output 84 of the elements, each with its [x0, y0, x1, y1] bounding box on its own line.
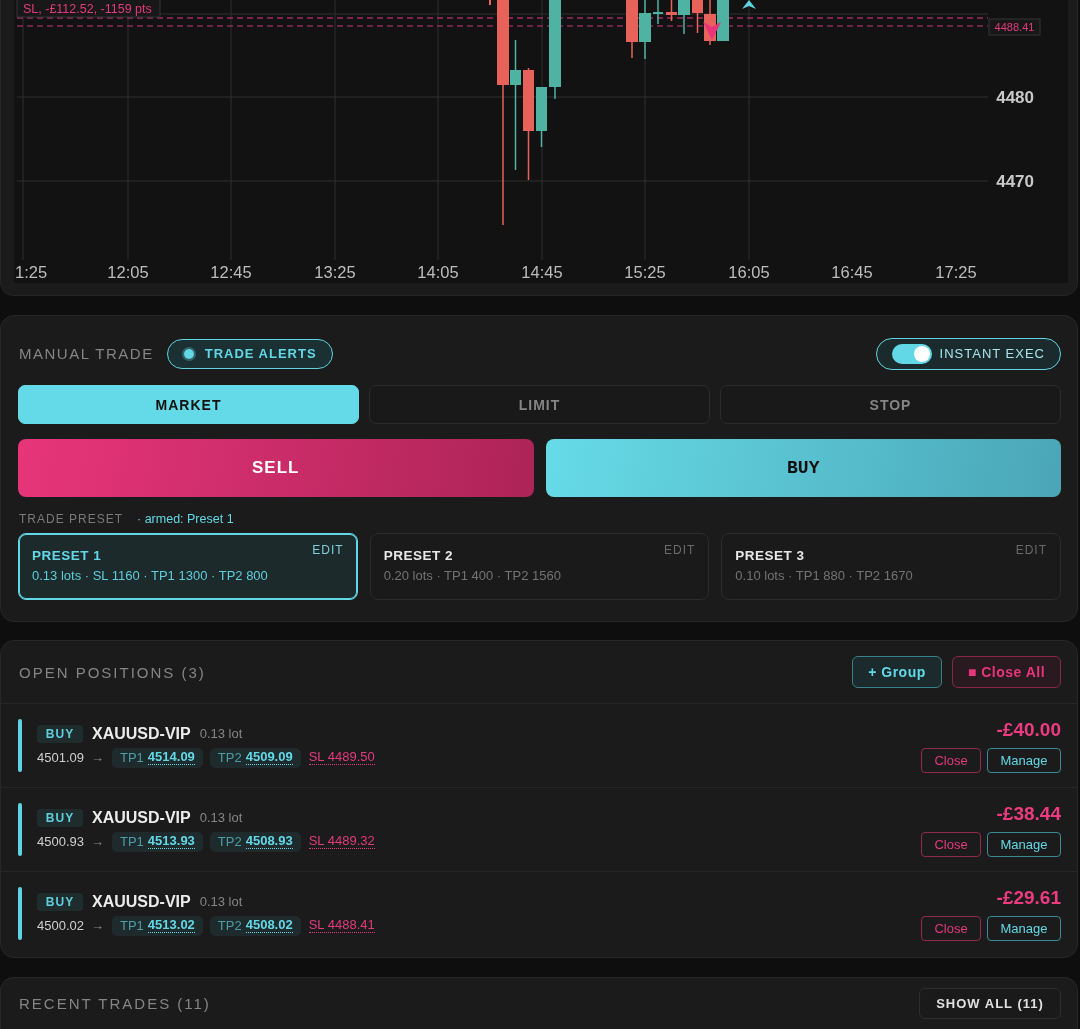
- sell-button[interactable]: SELL: [18, 439, 534, 497]
- candlestick: [626, 0, 638, 58]
- buy-button[interactable]: BUY: [545, 439, 1061, 497]
- take-profit-button[interactable]: TP1 4513.93: [112, 831, 203, 852]
- side-badge: BUY: [37, 724, 83, 743]
- stop-loss-link[interactable]: SL 4488.41: [308, 918, 375, 933]
- preset-title: PRESET 1: [32, 548, 102, 564]
- candlestick: [692, 0, 703, 33]
- side-badge: BUY: [37, 808, 83, 827]
- edit-button[interactable]: EDIT: [312, 543, 344, 557]
- take-profit-button[interactable]: TP2 4508.02: [209, 915, 301, 936]
- time-axis-label: 16:05: [728, 263, 770, 281]
- candlestick: [489, 0, 491, 5]
- accent-bar: [18, 887, 22, 940]
- lot-size: 0.13 lot: [199, 894, 243, 909]
- entry-price: 4500.02: [37, 918, 84, 933]
- manage-button[interactable]: Manage: [987, 916, 1061, 941]
- order-type-tab[interactable]: MARKET: [18, 385, 359, 424]
- sell-marker-icon: [703, 22, 721, 40]
- time-axis-label: 14:05: [417, 263, 459, 281]
- stop-loss-label: SL, -£112.52, -1159 pts: [16, 0, 161, 18]
- stop-loss-link[interactable]: SL 4489.32: [308, 834, 375, 849]
- preset-card[interactable]: PRESET 3 EDIT 0.10 lots · TP1 880 · TP2 1670: [721, 533, 1061, 600]
- symbol-name: XAUUSD-VIP: [92, 808, 191, 827]
- time-axis-label: 17:25: [935, 263, 977, 281]
- candlestick: [717, 0, 729, 41]
- lot-size: 0.13 lot: [199, 810, 243, 825]
- symbol-name: XAUUSD-VIP: [92, 892, 191, 911]
- preset-details: 0.20 lots · TP1 400 · TP2 1560: [383, 568, 562, 584]
- take-profit-button[interactable]: TP2 4509.09: [209, 747, 301, 768]
- preset-details: 0.10 lots · TP1 880 · TP2 1670: [735, 568, 914, 584]
- preset-details: 0.13 lots · SL 1160 · TP1 1300 · TP2 800: [32, 568, 269, 584]
- armed-note: · armed: Preset 1: [137, 512, 234, 526]
- section-title: MANUAL TRADE: [19, 345, 154, 362]
- close-position-button[interactable]: Close: [921, 916, 981, 941]
- profit-loss-value: -£29.61: [996, 886, 1061, 910]
- section-title: RECENT TRADES (11): [19, 995, 211, 1012]
- take-profit-button[interactable]: TP2 4508.93: [209, 831, 301, 852]
- price-axis-label: 4480: [996, 88, 1034, 107]
- section-title: OPEN POSITIONS (3): [19, 663, 206, 681]
- candlestick: [536, 87, 547, 147]
- trade-alerts-toggle[interactable]: TRADE ALERTS: [166, 338, 333, 369]
- take-profit-button[interactable]: TP1 4513.02: [112, 915, 203, 936]
- right-arrow-icon: →: [91, 750, 104, 765]
- order-type-tab[interactable]: LIMIT: [369, 385, 710, 424]
- order-type-tab[interactable]: STOP: [720, 385, 1061, 424]
- preset-heading: TRADE PRESET: [19, 512, 123, 526]
- right-arrow-icon: →: [91, 918, 104, 933]
- profit-loss-value: -£38.44: [996, 802, 1061, 826]
- price-tag: 4488.41: [988, 18, 1041, 36]
- add-group-button[interactable]: + Group: [852, 656, 942, 688]
- time-axis-label: 13:25: [314, 263, 356, 281]
- manage-button[interactable]: Manage: [987, 832, 1061, 857]
- preset-card[interactable]: PRESET 1 EDIT 0.13 lots · SL 1160 · TP1 1300 · TP2 800: [18, 533, 358, 600]
- entry-price: 4500.93: [37, 834, 84, 849]
- profit-loss-value: -£40.00: [996, 718, 1061, 742]
- time-axis-label: 14:45: [521, 263, 563, 281]
- instant-exec-toggle[interactable]: INSTANT EXEC: [875, 337, 1061, 370]
- take-profit-button[interactable]: TP1 4514.09: [112, 747, 203, 768]
- entry-price: 4501.09: [37, 750, 84, 765]
- time-axis-label: 12:45: [210, 263, 252, 281]
- buy-marker-icon: [742, 0, 756, 9]
- close-position-button[interactable]: Close: [921, 748, 981, 773]
- symbol-name: XAUUSD-VIP: [92, 724, 191, 743]
- time-axis-label: 12:05: [107, 263, 149, 281]
- time-axis-label: 15:25: [624, 263, 666, 281]
- stop-loss-link[interactable]: SL 4489.50: [308, 750, 375, 765]
- manage-button[interactable]: Manage: [987, 748, 1061, 773]
- side-badge: BUY: [37, 892, 83, 911]
- close-all-button[interactable]: ■ Close All: [952, 656, 1061, 688]
- accent-bar: [18, 803, 22, 856]
- price-axis-label: 4470: [996, 172, 1034, 191]
- lot-size: 0.13 lot: [199, 726, 243, 741]
- preset-title: PRESET 3: [735, 548, 805, 564]
- accent-bar: [18, 719, 22, 772]
- show-all-button[interactable]: SHOW ALL (11): [919, 988, 1061, 1019]
- time-axis-label: 1:25: [15, 263, 48, 281]
- time-axis-label: 16:45: [831, 263, 873, 281]
- candlestick: [653, 0, 663, 24]
- candlestick: [639, 0, 651, 59]
- preset-title: PRESET 2: [383, 548, 453, 564]
- right-arrow-icon: →: [91, 834, 104, 849]
- preset-card[interactable]: PRESET 2 EDIT 0.20 lots · TP1 400 · TP2 1560: [369, 533, 710, 600]
- close-position-button[interactable]: Close: [921, 832, 981, 857]
